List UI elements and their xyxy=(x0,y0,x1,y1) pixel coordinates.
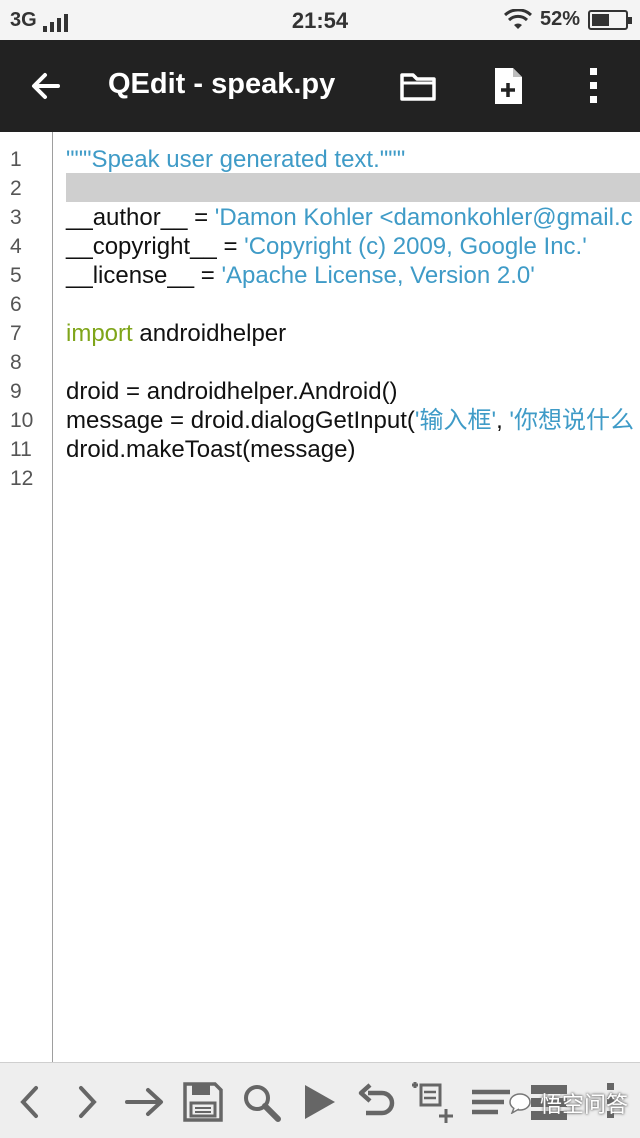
code-text: , xyxy=(496,407,510,434)
battery-percent: 52% xyxy=(539,8,580,30)
back-arrow-icon[interactable] xyxy=(26,66,66,106)
speech-bubble-icon xyxy=(509,1093,531,1114)
line-number: 9 xyxy=(10,380,22,403)
new-file-icon[interactable] xyxy=(486,64,530,108)
code-line-1[interactable]: """Speak user generated text.""" xyxy=(66,145,405,174)
line-number: 3 xyxy=(10,206,22,229)
code-area[interactable]: """Speak user generated text.""" __autho… xyxy=(54,132,640,1062)
watermark: 悟空问答 xyxy=(508,1087,628,1119)
code-text: __copyright__ = xyxy=(66,233,245,260)
status-right: 52% xyxy=(503,8,632,31)
app-bar: QEdit - speak.py xyxy=(0,40,640,132)
code-line-9[interactable]: droid = androidhelper.Android() xyxy=(66,377,398,406)
overflow-menu-icon[interactable] xyxy=(572,64,616,108)
line-number: 12 xyxy=(10,467,34,490)
code-text: __license__ = xyxy=(66,262,222,289)
line-number: 10 xyxy=(10,409,34,432)
code-line-5[interactable]: __license__ = 'Apache License, Version 2… xyxy=(66,261,535,290)
code-editor[interactable]: 1 2 3 4 5 6 7 8 9 10 11 12 """Speak user… xyxy=(0,132,640,1062)
docstring: """Speak user generated text.""" xyxy=(66,146,406,173)
chevron-left-icon[interactable] xyxy=(8,1079,54,1125)
code-line-7[interactable]: import androidhelper xyxy=(66,319,286,348)
code-line-11[interactable]: droid.makeToast(message) xyxy=(66,435,355,464)
bottom-toolbar: 悟空问答 xyxy=(0,1062,640,1138)
wifi-icon xyxy=(503,8,532,29)
line-number: 8 xyxy=(10,351,22,374)
string-literal: '你想说什么 xyxy=(509,407,634,434)
string-literal: '输入框' xyxy=(414,407,497,434)
string-literal: 'Apache License, Version 2.0' xyxy=(221,262,535,289)
line-number: 1 xyxy=(10,148,22,171)
line-number: 6 xyxy=(10,293,22,316)
folder-icon[interactable] xyxy=(396,64,440,108)
code-line-3[interactable]: __author__ = 'Damon Kohler <damonkohler@… xyxy=(66,203,633,232)
arrow-right-icon[interactable] xyxy=(122,1079,168,1125)
line-number: 5 xyxy=(10,264,22,287)
save-icon[interactable] xyxy=(180,1079,226,1125)
battery-icon xyxy=(588,9,632,30)
code-text: androidhelper xyxy=(132,320,287,347)
play-icon[interactable] xyxy=(296,1079,342,1125)
watermark-text: 悟空问答 xyxy=(539,1092,628,1117)
code-line-4[interactable]: __copyright__ = 'Copyright (c) 2009, Goo… xyxy=(66,232,587,261)
code-line-10[interactable]: message = droid.dialogGetInput('输入框', '你… xyxy=(66,406,634,435)
undo-icon[interactable] xyxy=(354,1079,400,1125)
status-bar: 3G 21:54 52% xyxy=(0,0,640,40)
code-text: __author__ = xyxy=(66,204,215,231)
line-number: 11 xyxy=(10,438,32,461)
line-number-gutter: 1 2 3 4 5 6 7 8 9 10 11 12 xyxy=(0,132,53,1062)
search-icon[interactable] xyxy=(238,1079,284,1125)
keyword: import xyxy=(66,320,133,347)
line-number: 4 xyxy=(10,235,22,258)
code-text: droid = androidhelper.Android() xyxy=(66,378,398,405)
app-title: QEdit - speak.py xyxy=(108,68,336,100)
add-snippet-icon[interactable] xyxy=(410,1079,456,1125)
code-text: message = droid.dialogGetInput( xyxy=(66,407,415,434)
string-literal: 'Copyright (c) 2009, Google Inc.' xyxy=(244,233,587,260)
string-literal: 'Damon Kohler <damonkohler@gmail.c xyxy=(214,204,633,231)
current-line-highlight xyxy=(66,173,640,202)
line-number: 7 xyxy=(10,322,22,345)
code-text: droid.makeToast(message) xyxy=(66,436,356,463)
chevron-right-icon[interactable] xyxy=(64,1079,110,1125)
battery-fill xyxy=(592,13,609,26)
line-number: 2 xyxy=(10,177,22,200)
